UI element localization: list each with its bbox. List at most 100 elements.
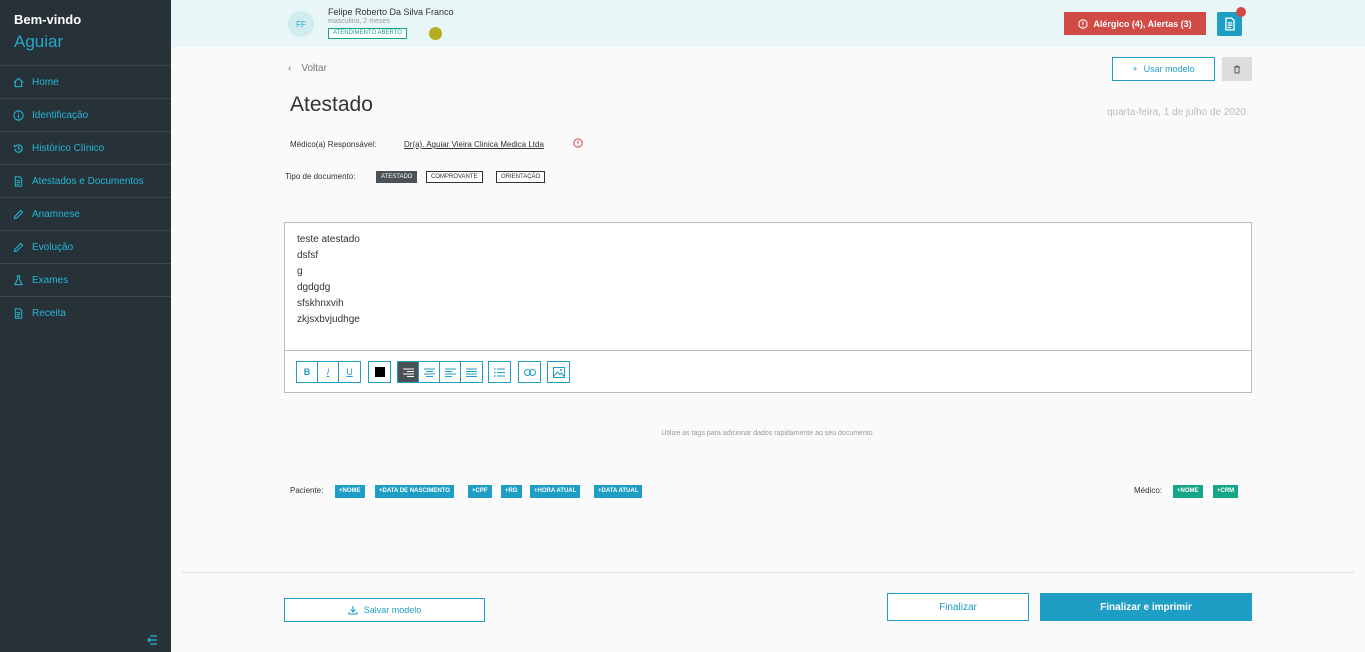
- align-left-icon: [444, 368, 456, 377]
- info-icon[interactable]: [573, 138, 583, 148]
- save-model-button[interactable]: Salvar modelo: [284, 598, 485, 622]
- image-icon: [552, 366, 565, 378]
- editor-content[interactable]: teste atestado dsfsf g dgdgdg sfskhnxvih…: [297, 232, 360, 328]
- notification-dot: [1236, 7, 1246, 17]
- paciente-tags-label: Paciente:: [290, 486, 324, 495]
- sidebar-item-home[interactable]: Home: [0, 65, 171, 98]
- sidebar-item-label: Home: [32, 76, 59, 88]
- sidebar-item-identificacao[interactable]: Identificação: [0, 98, 171, 131]
- tag-paciente-nascimento[interactable]: +DATA DE NASCIMENTO: [375, 485, 454, 498]
- text-color-button[interactable]: [369, 362, 390, 382]
- finalize-print-button[interactable]: Finalizar e imprimir: [1040, 593, 1252, 621]
- align-left-button[interactable]: [440, 362, 461, 382]
- allergy-alerts-button[interactable]: Alérgico (4), Alertas (3): [1064, 12, 1206, 35]
- document-icon: [1224, 17, 1235, 31]
- sidebar-item-historico[interactable]: Histórico Clínico: [0, 131, 171, 164]
- sidebar-item-label: Exames: [32, 274, 69, 286]
- sidebar-item-label: Atestados e Documentos: [32, 175, 144, 187]
- sidebar-item-label: Evolução: [32, 241, 74, 253]
- use-model-label: Usar modelo: [1143, 64, 1195, 74]
- image-button[interactable]: [548, 362, 569, 382]
- document-date: quarta-feira, 1 de julho de 2020: [1107, 107, 1246, 118]
- pencil-icon: [13, 209, 24, 219]
- sidebar-item-receita[interactable]: Receita: [0, 296, 171, 329]
- list-group: [488, 361, 511, 383]
- link-group: [518, 361, 541, 383]
- sidebar-item-label: Identificação: [32, 109, 89, 121]
- link-icon: [523, 368, 536, 376]
- align-justify-icon: [466, 368, 477, 377]
- sidebar-item-evolucao[interactable]: Evolução: [0, 230, 171, 263]
- info-icon: [13, 109, 24, 121]
- document-icon: [14, 307, 23, 319]
- medico-link[interactable]: Dr(a). Aguiar Vieira Clinica Medica Ltda: [404, 140, 544, 149]
- color-swatch-icon: [374, 367, 385, 377]
- sidebar-menu: Home Identificação Histórico Clínico Ate…: [0, 65, 171, 329]
- user-name: Aguiar: [14, 32, 64, 51]
- plus-icon: +: [1132, 64, 1138, 74]
- finalize-button[interactable]: Finalizar: [887, 593, 1029, 621]
- editor-line: g: [297, 266, 303, 277]
- use-model-button[interactable]: + Usar modelo: [1112, 57, 1215, 81]
- sidebar-item-label: Receita: [32, 307, 66, 319]
- back-link[interactable]: ‹ Voltar: [288, 63, 327, 74]
- page-title: Atestado: [290, 93, 373, 116]
- sidebar-item-label: Anamnese: [32, 208, 80, 220]
- bullet-list-button[interactable]: [489, 362, 510, 382]
- italic-button[interactable]: I: [318, 362, 339, 382]
- tag-paciente-nome[interactable]: +NOME: [335, 485, 365, 498]
- editor-toolbar: B I U: [285, 350, 1251, 392]
- tag-paciente-data[interactable]: +DATA ATUAL: [594, 485, 643, 498]
- sidebar-item-anamnese[interactable]: Anamnese: [0, 197, 171, 230]
- tipo-orientacao[interactable]: ORIENTAÇÃO: [496, 171, 546, 183]
- save-model-label: Salvar modelo: [363, 605, 422, 615]
- collapse-sidebar-icon[interactable]: [146, 634, 158, 646]
- bold-button[interactable]: B: [297, 362, 318, 382]
- status-badge: ATENDIMENTO ABERTO: [328, 28, 407, 39]
- sidebar-item-exames[interactable]: Exames: [0, 263, 171, 296]
- tag-medico-crm[interactable]: +CRM: [1213, 485, 1239, 498]
- medico-tags-label: Médico:: [1134, 486, 1163, 495]
- align-right-icon: [402, 368, 414, 377]
- editor-line: teste atestado: [297, 234, 360, 245]
- medico-label: Médico(a) Responsável:: [290, 140, 377, 149]
- patient-details: masculino, 2 meses: [328, 18, 390, 25]
- footer-divider: [182, 572, 1354, 573]
- sidebar-item-atestados[interactable]: Atestados e Documentos: [0, 164, 171, 197]
- align-center-button[interactable]: [419, 362, 440, 382]
- tag-medico-nome[interactable]: +NOME: [1173, 485, 1203, 498]
- patient-header: FF Felipe Roberto Da Silva Franco mascul…: [171, 0, 1365, 47]
- link-button[interactable]: [519, 362, 540, 382]
- delete-button[interactable]: [1222, 57, 1252, 81]
- alert-icon: [1078, 18, 1089, 29]
- patient-info-icon[interactable]: [429, 27, 442, 40]
- patient-name: Felipe Roberto Da Silva Franco: [328, 7, 454, 17]
- tipo-comprovante[interactable]: COMPROVANTE: [426, 171, 483, 183]
- history-icon: [13, 143, 23, 153]
- welcome-text: Bem-vindo: [14, 12, 82, 27]
- align-center-icon: [423, 368, 435, 377]
- home-icon: [13, 77, 24, 87]
- editor-line: sfskhnxvih: [297, 298, 344, 309]
- tipo-label: Tipo de documento:: [285, 172, 356, 181]
- tag-paciente-cpf[interactable]: +CPF: [468, 485, 492, 498]
- chevron-left-icon: ‹: [288, 63, 292, 74]
- underline-button[interactable]: U: [339, 362, 360, 382]
- color-group: [368, 361, 391, 383]
- tag-paciente-hora[interactable]: +HORA ATUAL: [530, 485, 581, 498]
- editor-line: dgdgdg: [297, 282, 331, 293]
- list-icon: [494, 367, 505, 377]
- download-icon: [348, 606, 358, 615]
- format-group: B I U: [296, 361, 361, 383]
- align-right-button[interactable]: [398, 362, 419, 382]
- tipo-atestado[interactable]: ATESTADO: [376, 171, 418, 183]
- alert-label: Alérgico (4), Alertas (3): [1093, 18, 1192, 29]
- editor-line: dsfsf: [297, 250, 319, 261]
- document-editor[interactable]: teste atestado dsfsf g dgdgdg sfskhnxvih…: [284, 222, 1252, 393]
- image-group: [547, 361, 570, 383]
- tag-paciente-rg[interactable]: +RG: [501, 485, 522, 498]
- sidebar-item-label: Histórico Clínico: [32, 142, 105, 154]
- trash-icon: [1234, 65, 1240, 73]
- align-group: [397, 361, 483, 383]
- align-justify-button[interactable]: [461, 362, 482, 382]
